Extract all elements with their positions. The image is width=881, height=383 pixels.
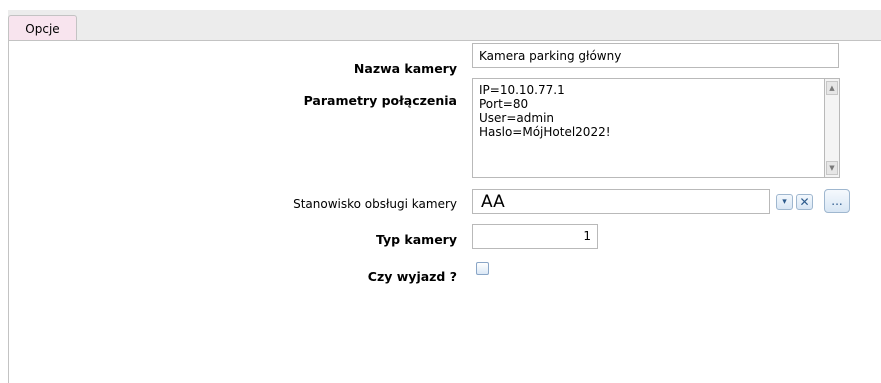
exit-checkbox[interactable] <box>476 262 489 275</box>
station-combobox[interactable]: AA <box>472 189 770 214</box>
connection-params-scrollbar[interactable]: ▲ ▼ <box>825 78 840 178</box>
camera-name-label: Nazwa kamery <box>353 61 457 76</box>
camera-type-label: Typ kamery <box>375 232 457 247</box>
connection-params-textarea[interactable]: IP=10.10.77.1 Port=80 User=admin Haslo=M… <box>472 78 825 178</box>
station-label: Stanowisko obsługi kamery <box>293 197 457 211</box>
scroll-down-icon[interactable]: ▼ <box>826 161 838 175</box>
scroll-up-icon[interactable]: ▲ <box>826 81 838 95</box>
camera-type-input[interactable]: 1 <box>472 224 598 249</box>
station-browse-button[interactable]: ... <box>824 189 850 213</box>
tab-strip: Opcje <box>8 10 881 41</box>
tab-opcje[interactable]: Opcje <box>8 15 77 41</box>
station-dropdown-button[interactable]: ▾ <box>776 194 793 210</box>
close-icon: ✕ <box>799 195 810 209</box>
chevron-down-icon: ▾ <box>782 197 787 207</box>
exit-label: Czy wyjazd ? <box>367 269 457 284</box>
camera-name-input[interactable]: Kamera parking główny <box>472 43 839 68</box>
station-clear-button[interactable]: ✕ <box>796 194 813 210</box>
connection-params-label: Parametry połączenia <box>303 93 457 108</box>
